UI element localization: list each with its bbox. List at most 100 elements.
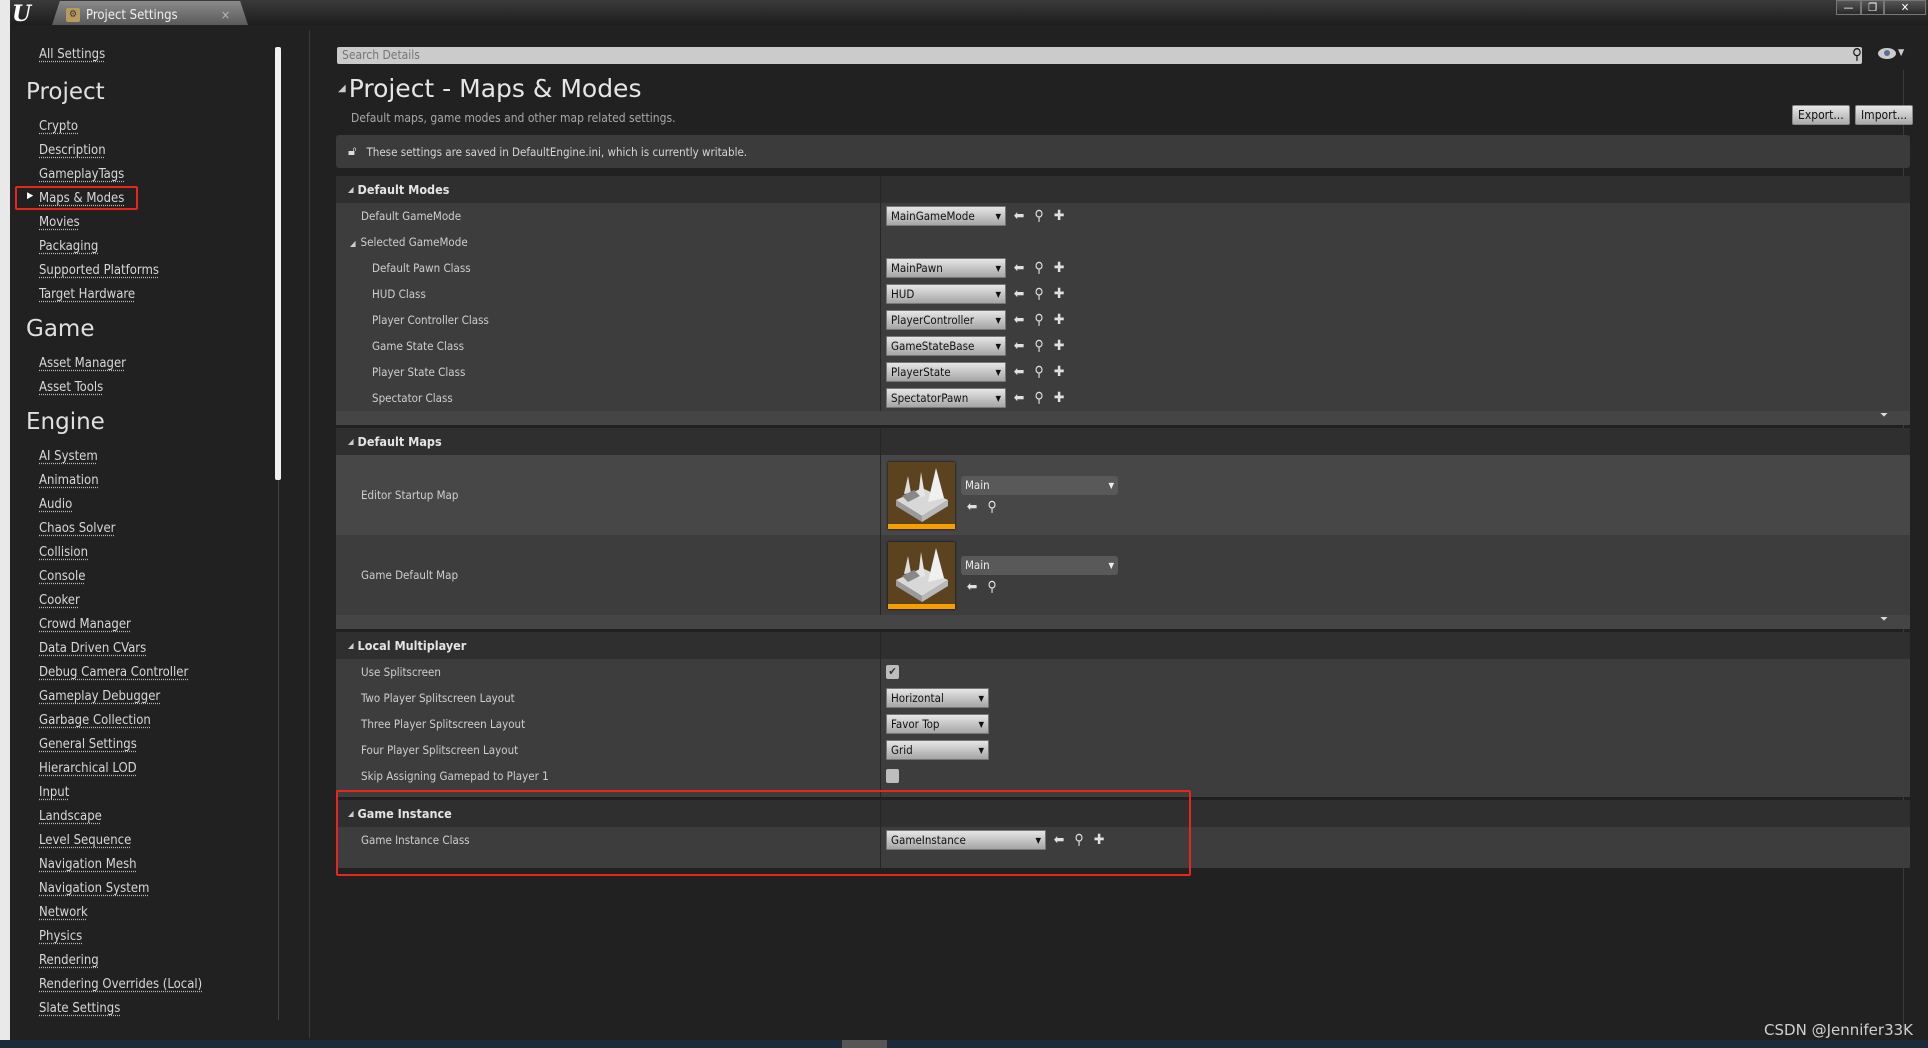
sidebar-item-target-hardware[interactable]: Target Hardware (39, 283, 135, 307)
sidebar-item-gameplay-debugger[interactable]: Gameplay Debugger (39, 685, 160, 709)
sidebar-item-all-settings[interactable]: All Settings (39, 43, 105, 67)
use-selected-arrow-icon[interactable]: ⬅ (1012, 390, 1026, 406)
section-header-default-maps[interactable]: ◢ Default Maps (336, 428, 1910, 455)
sidebar-item-maps-modes[interactable]: Maps & Modes (39, 187, 124, 211)
dropdown-game-default-map[interactable]: Main ▼ (961, 555, 1118, 575)
checkbox-skip-assigning-gamepad-to-player-1[interactable] (886, 769, 899, 783)
sidebar-item-navigation-system[interactable]: Navigation System (39, 877, 149, 901)
use-selected-arrow-icon[interactable]: ⬅ (1012, 338, 1026, 354)
use-selected-arrow-icon[interactable]: ⬅ (965, 579, 979, 595)
add-new-icon[interactable]: ✚ (1052, 338, 1066, 354)
browse-search-icon[interactable]: ⚲ (1032, 390, 1046, 406)
taskbar-item[interactable] (842, 1040, 887, 1048)
sidebar-item-landscape[interactable]: Landscape (39, 805, 102, 829)
add-new-icon[interactable]: ✚ (1092, 832, 1106, 848)
browse-search-icon[interactable]: ⚲ (1032, 338, 1046, 354)
collapse-icon[interactable]: ◢ (338, 83, 346, 94)
sidebar-item-movies[interactable]: Movies (39, 211, 80, 235)
sidebar-item-packaging[interactable]: Packaging (39, 235, 98, 259)
browse-search-icon[interactable]: ⚲ (1032, 286, 1046, 302)
sidebar-item-debug-camera-controller[interactable]: Debug Camera Controller (39, 661, 188, 685)
sidebar-item-audio[interactable]: Audio (39, 493, 72, 517)
browse-search-icon[interactable]: ⚲ (985, 579, 999, 595)
dropdown-three-player-splitscreen-layout[interactable]: Favor Top ▼ (886, 714, 989, 734)
sidebar-item-hierarchical-lod[interactable]: Hierarchical LOD (39, 757, 137, 781)
show-advanced-button[interactable]: ⏷ (336, 410, 1910, 425)
dropdown-default-gamemode[interactable]: MainGameMode ▼ (886, 206, 1006, 226)
collapse-icon[interactable]: ◢ (348, 437, 354, 446)
search-details-input[interactable] (337, 47, 1862, 64)
eye-icon[interactable] (1878, 48, 1896, 59)
browse-search-icon[interactable]: ⚲ (985, 499, 999, 515)
chevron-down-icon[interactable]: ▼ (1898, 48, 1904, 58)
sidebar-item-cooker[interactable]: Cooker (39, 589, 80, 613)
collapse-icon[interactable]: ◢ (348, 185, 354, 194)
use-selected-arrow-icon[interactable]: ⬅ (1012, 286, 1026, 302)
browse-search-icon[interactable]: ⚲ (1032, 312, 1046, 328)
add-new-icon[interactable]: ✚ (1052, 260, 1066, 276)
sidebar-item-gameplaytags[interactable]: GameplayTags (39, 163, 124, 187)
checkbox-use-splitscreen[interactable]: ✔ (886, 665, 899, 679)
collapse-icon[interactable]: ◢ (348, 809, 354, 818)
map-thumbnail-icon[interactable] (888, 461, 955, 529)
sidebar-item-chaos-solver[interactable]: Chaos Solver (39, 517, 115, 541)
add-new-icon[interactable]: ✚ (1052, 208, 1066, 224)
export-button[interactable]: Export... (1792, 105, 1850, 125)
sidebar-item-asset-manager[interactable]: Asset Manager (39, 352, 126, 376)
dropdown-hud-class[interactable]: HUD ▼ (886, 284, 1006, 304)
add-new-icon[interactable]: ✚ (1052, 312, 1066, 328)
sidebar-item-animation[interactable]: Animation (39, 469, 99, 493)
collapse-icon[interactable]: ◢ (350, 239, 356, 248)
browse-search-icon[interactable]: ⚲ (1032, 364, 1046, 380)
sidebar-item-crypto[interactable]: Crypto (39, 115, 78, 139)
use-selected-arrow-icon[interactable]: ⬅ (1012, 364, 1026, 380)
browse-search-icon[interactable]: ⚲ (1072, 832, 1086, 848)
dropdown-editor-startup-map[interactable]: Main ▼ (961, 475, 1118, 495)
add-new-icon[interactable]: ✚ (1052, 286, 1066, 302)
tab-project-settings[interactable]: ⚙ Project Settings × (52, 1, 248, 25)
sidebar-item-physics[interactable]: Physics (39, 925, 82, 949)
sidebar-item-rendering-overrides-local[interactable]: Rendering Overrides (Local) (39, 973, 202, 997)
minimize-button[interactable]: — (1836, 0, 1861, 15)
section-header-game-instance[interactable]: ◢ Game Instance (336, 800, 1910, 827)
use-selected-arrow-icon[interactable]: ⬅ (1012, 208, 1026, 224)
use-selected-arrow-icon[interactable]: ⬅ (965, 499, 979, 515)
sidebar-item-ai-system[interactable]: AI System (39, 445, 98, 469)
sidebar-item-console[interactable]: Console (39, 565, 85, 589)
section-header-local-multiplayer[interactable]: ◢ Local Multiplayer (336, 632, 1910, 659)
dropdown-four-player-splitscreen-layout[interactable]: Grid ▼ (886, 740, 989, 760)
use-selected-arrow-icon[interactable]: ⬅ (1012, 260, 1026, 276)
map-thumbnail-icon[interactable] (888, 541, 955, 609)
dropdown-default-pawn-class[interactable]: MainPawn ▼ (886, 258, 1006, 278)
sidebar-item-slate-settings[interactable]: Slate Settings (39, 997, 120, 1021)
sidebar-item-crowd-manager[interactable]: Crowd Manager (39, 613, 131, 637)
browse-search-icon[interactable]: ⚲ (1032, 208, 1046, 224)
dropdown-game-instance-class[interactable]: GameInstance ▼ (886, 830, 1046, 850)
sidebar-item-collision[interactable]: Collision (39, 541, 88, 565)
use-selected-arrow-icon[interactable]: ⬅ (1052, 832, 1066, 848)
add-new-icon[interactable]: ✚ (1052, 364, 1066, 380)
sidebar-item-network[interactable]: Network (39, 901, 88, 925)
close-button[interactable]: ✕ (1884, 0, 1926, 15)
collapse-icon[interactable]: ◢ (348, 641, 354, 650)
dropdown-spectator-class[interactable]: SpectatorPawn ▼ (886, 388, 1006, 408)
sidebar-item-data-driven-cvars[interactable]: Data Driven CVars (39, 637, 146, 661)
sidebar-item-general-settings[interactable]: General Settings (39, 733, 137, 757)
sidebar-item-description[interactable]: Description (39, 139, 106, 163)
dropdown-game-state-class[interactable]: GameStateBase ▼ (886, 336, 1006, 356)
sidebar-item-input[interactable]: Input (39, 781, 69, 805)
sidebar-item-rendering[interactable]: Rendering (39, 949, 99, 973)
add-new-icon[interactable]: ✚ (1052, 390, 1066, 406)
tab-close-icon[interactable]: × (221, 8, 230, 22)
dropdown-player-state-class[interactable]: PlayerState ▼ (886, 362, 1006, 382)
splitter[interactable] (309, 30, 310, 1038)
restore-button[interactable]: ❐ (1861, 0, 1884, 15)
sidebar-item-garbage-collection[interactable]: Garbage Collection (39, 709, 151, 733)
sidebar-item-level-sequence[interactable]: Level Sequence (39, 829, 131, 853)
section-header-default-modes[interactable]: ◢ Default Modes (336, 176, 1910, 203)
dropdown-player-controller-class[interactable]: PlayerController ▼ (886, 310, 1006, 330)
dropdown-two-player-splitscreen-layout[interactable]: Horizontal ▼ (886, 688, 989, 708)
search-icon[interactable]: ⚲ (1852, 45, 1862, 63)
sidebar-scrollbar[interactable] (275, 47, 281, 480)
sidebar-item-asset-tools[interactable]: Asset Tools (39, 376, 103, 400)
